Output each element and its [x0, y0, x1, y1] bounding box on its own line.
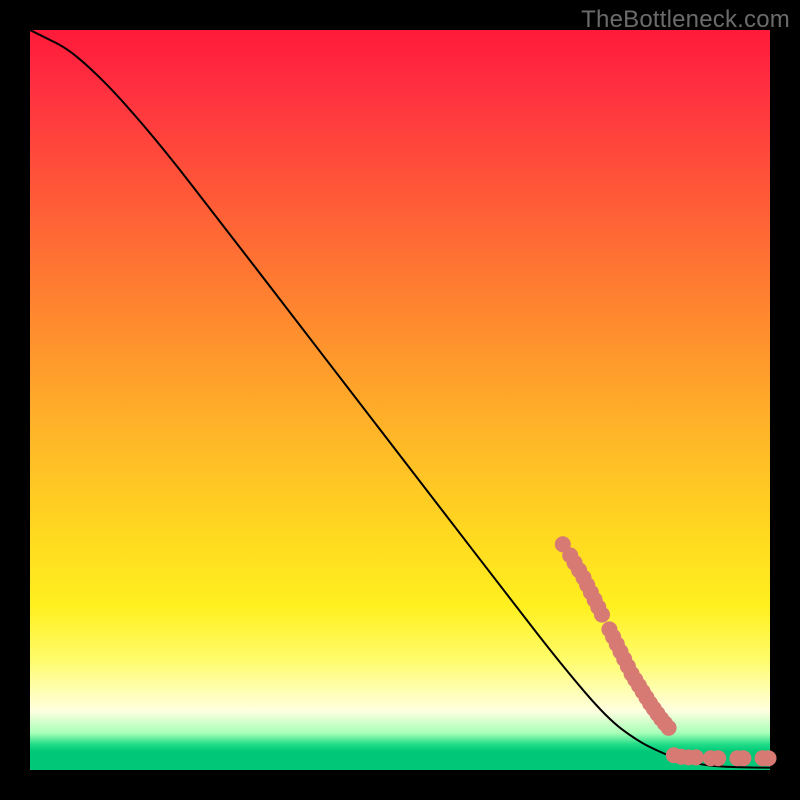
- data-point-marker: [735, 750, 751, 766]
- data-point-marker: [761, 750, 777, 766]
- data-point-marker: [661, 720, 677, 736]
- bottleneck-curve: [30, 30, 770, 768]
- data-point-marker: [688, 749, 704, 765]
- chart-svg: [30, 30, 770, 770]
- data-point-marker: [594, 607, 610, 623]
- plot-area: [30, 30, 770, 770]
- data-point-marker: [710, 750, 726, 766]
- data-markers: [555, 536, 777, 766]
